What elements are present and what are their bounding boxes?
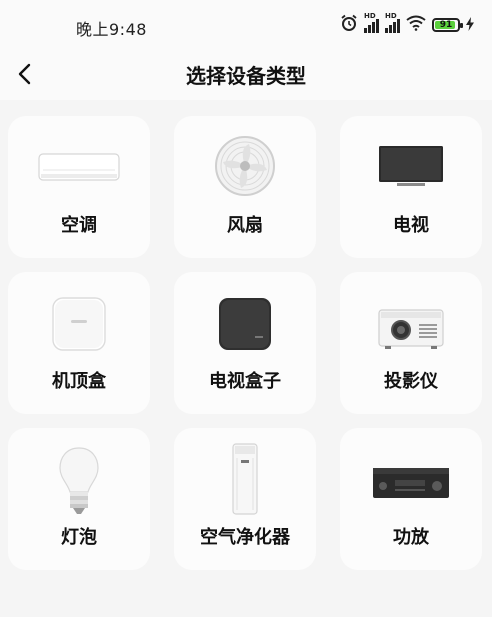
tv-box-icon (219, 298, 271, 350)
device-card-light-bulb[interactable]: 灯泡 (8, 428, 150, 570)
signal-icon-2: HD (385, 12, 400, 33)
device-label: 功放 (393, 527, 429, 548)
device-card-projector[interactable]: 投影仪 (340, 272, 482, 414)
amplifier-icon (373, 468, 449, 498)
device-label: 机顶盒 (52, 371, 106, 392)
signal-icon: HD (364, 12, 379, 33)
air-conditioner-icon (38, 153, 120, 181)
signal-hd-label: HD (364, 12, 376, 20)
device-label: 空气净化器 (200, 527, 290, 548)
set-top-box-icon (52, 297, 106, 351)
device-label: 灯泡 (61, 527, 97, 548)
device-card-fan[interactable]: 风扇 (174, 116, 316, 258)
status-icons: HD HD 91 (340, 12, 474, 36)
battery-icon: 91 (432, 18, 463, 32)
wifi-icon (406, 15, 426, 35)
tv-icon (379, 146, 443, 186)
device-label: 电视盒子 (209, 371, 281, 392)
projector-icon (378, 309, 444, 349)
battery-level: 91 (439, 20, 453, 30)
status-bar: 晚上9:48 HD HD 91 (0, 0, 492, 48)
device-card-amplifier[interactable]: 功放 (340, 428, 482, 570)
device-label: 电视 (393, 215, 429, 236)
device-card-tv-box[interactable]: 电视盒子 (174, 272, 316, 414)
page-title: 选择设备类型 (186, 64, 306, 88)
device-card-air-conditioner[interactable]: 空调 (8, 116, 150, 258)
device-label: 投影仪 (384, 371, 438, 392)
device-card-set-top-box[interactable]: 机顶盒 (8, 272, 150, 414)
app-header: 选择设备类型 (0, 48, 492, 100)
status-time: 晚上9:48 (76, 20, 147, 39)
device-card-air-purifier[interactable]: 空气净化器 (174, 428, 316, 570)
device-card-tv[interactable]: 电视 (340, 116, 482, 258)
device-label: 风扇 (227, 215, 263, 236)
fan-icon (215, 136, 275, 196)
alarm-icon (340, 14, 358, 36)
light-bulb-icon (59, 447, 99, 514)
charging-icon (466, 16, 474, 35)
device-label: 空调 (61, 215, 97, 236)
air-purifier-icon (232, 443, 258, 515)
signal-hd-label-2: HD (385, 12, 397, 20)
